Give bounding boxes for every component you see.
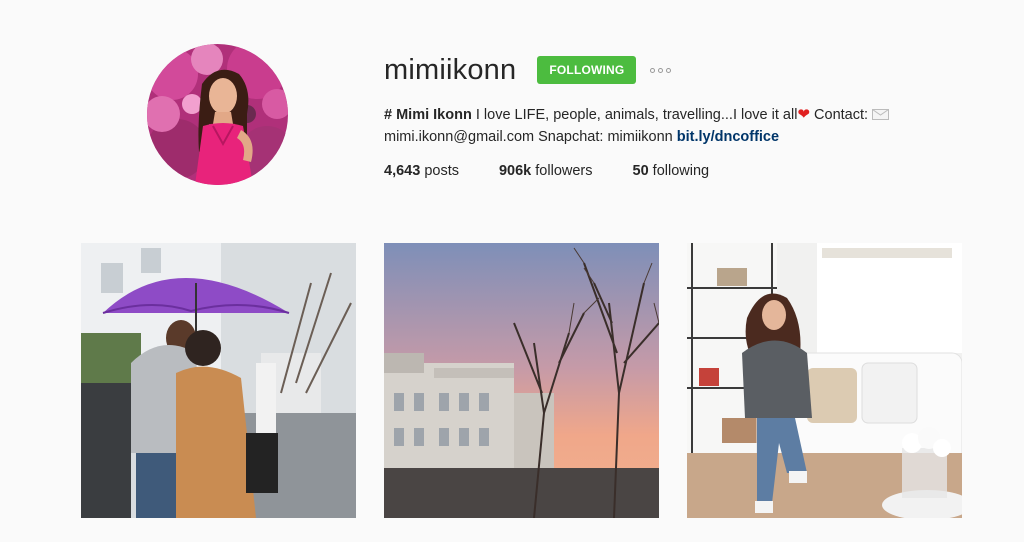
post-thumbnail[interactable] — [81, 243, 356, 518]
following-label: following — [648, 163, 710, 179]
followers-count: 906k — [498, 163, 532, 179]
profile-stats: 4,643 posts 906k followers 50 following — [384, 163, 984, 179]
bio-name: # Mimi Ikonn — [384, 107, 472, 123]
profile-username: mimiikonn — [384, 53, 517, 86]
profile-avatar — [147, 44, 288, 185]
following-button[interactable]: FOLLOWING — [537, 56, 637, 84]
more-dot — [658, 67, 664, 73]
more-dot — [650, 67, 656, 73]
following-count: 50 — [632, 163, 649, 179]
more-options-icon[interactable] — [650, 56, 672, 84]
profile-bio: # Mimi Ikonn I love LIFE, people, animal… — [384, 104, 944, 148]
bio-contact-text: mimi.ikonn@gmail.com Snapchat: mimiikonn — [384, 129, 677, 145]
followers-label: followers — [531, 163, 593, 179]
post-grid — [81, 243, 962, 518]
envelope-icon — [872, 109, 890, 120]
posts-count: 4,643 — [384, 163, 421, 179]
bio-contact-label: Contact: — [810, 107, 873, 123]
following-stat[interactable]: 50 following — [633, 163, 710, 179]
posts-label: posts — [420, 163, 459, 179]
posts-stat: 4,643 posts — [384, 163, 459, 179]
bio-text: I love LIFE, people, animals, travelling… — [471, 107, 798, 123]
more-dot — [666, 67, 672, 73]
post-thumbnail[interactable] — [384, 243, 659, 518]
profile-header-row: mimiikonn FOLLOWING — [384, 52, 984, 88]
post-thumbnail[interactable] — [687, 243, 962, 518]
bio-link[interactable]: bit.ly/dncoffice — [677, 129, 779, 145]
heart-icon: ❤ — [797, 106, 811, 123]
followers-stat[interactable]: 906k followers — [499, 163, 593, 179]
profile-info: mimiikonn FOLLOWING # Mimi Ikonn I love … — [384, 52, 984, 179]
